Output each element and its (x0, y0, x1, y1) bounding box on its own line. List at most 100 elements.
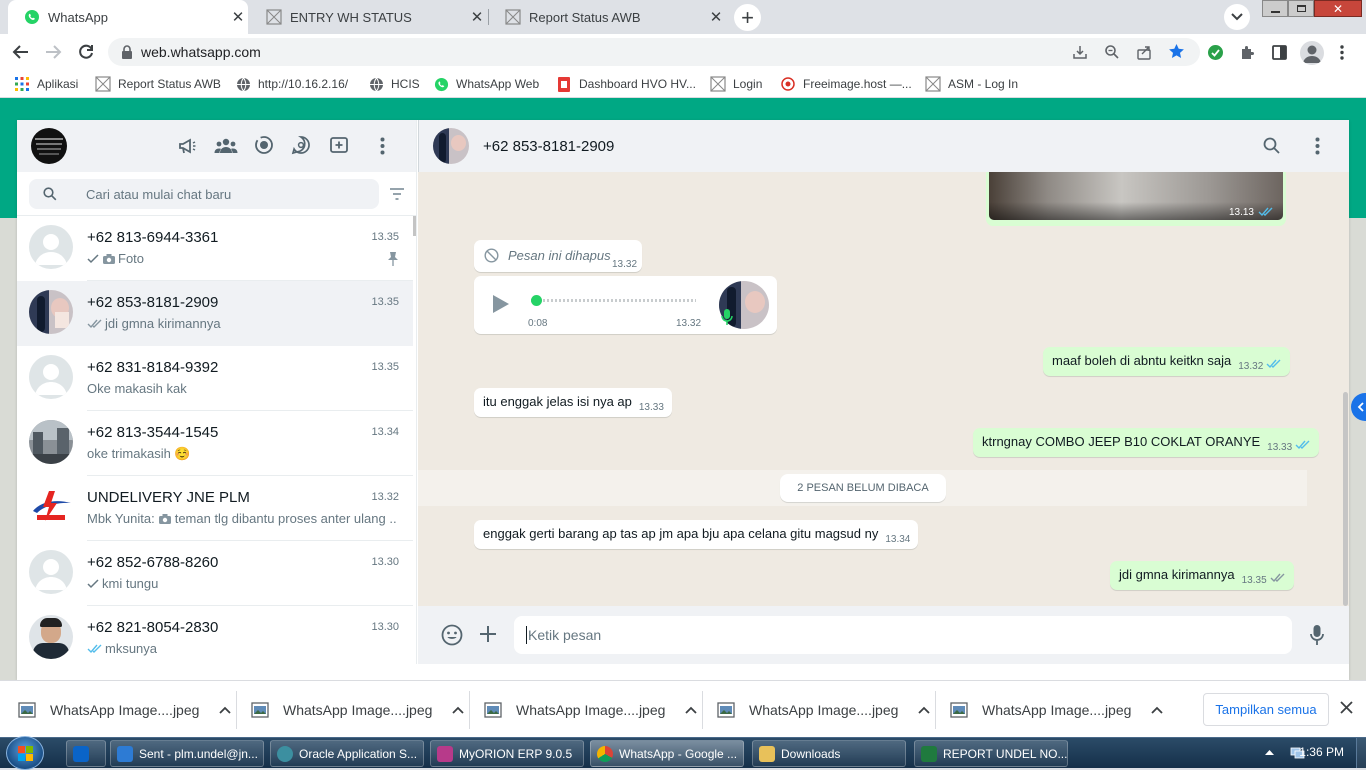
show-desktop-button[interactable] (1356, 738, 1366, 768)
message-text: ktrngnay COMBO JEEP B10 COKLAT ORANYE (982, 434, 1261, 449)
tray-expand-icon[interactable] (1265, 749, 1274, 755)
page-favicon-icon (95, 76, 111, 92)
chevron-up-icon[interactable] (918, 706, 931, 714)
tab-report-status-awb[interactable]: Report Status AWB ✕ (489, 0, 726, 34)
taskbar-item-oracle[interactable]: Oracle Application S... (270, 740, 424, 767)
tab-entry-wh-status[interactable]: ENTRY WH STATUS ✕ (250, 0, 487, 34)
audio-waveform[interactable] (531, 299, 696, 302)
chat-list-scrollbar[interactable] (413, 216, 416, 236)
search-messages-icon[interactable] (1263, 137, 1281, 155)
extension-icon[interactable] (1207, 44, 1224, 61)
new-chat-icon[interactable] (329, 135, 349, 155)
restore-window-button[interactable] (1288, 0, 1314, 17)
download-item[interactable]: WhatsApp Image....jpeg (484, 681, 698, 738)
side-tab-button[interactable] (1351, 393, 1366, 421)
back-icon[interactable] (12, 43, 30, 61)
download-item[interactable]: WhatsApp Image....jpeg (18, 681, 232, 738)
chat-time: 13.30 (371, 556, 399, 568)
extensions-puzzle-icon[interactable] (1239, 44, 1256, 61)
outgoing-message[interactable]: jdi gmna kirimannya 13.35 (1110, 561, 1294, 590)
share-icon[interactable] (1136, 44, 1152, 60)
bookmark-login[interactable]: Login (710, 76, 762, 92)
message-input[interactable]: Ketik pesan (514, 616, 1292, 654)
taskbar-item-outlook[interactable]: Sent - plm.undel@jn... (110, 740, 264, 767)
incoming-message[interactable]: itu enggak jelas isi nya ap 13.33 (474, 388, 672, 417)
tab-whatsapp[interactable]: WhatsApp ✕ (8, 0, 248, 34)
outgoing-message[interactable]: ktrngnay COMBO JEEP B10 COKLAT ORANYE 13.… (973, 428, 1320, 457)
chat-list-item[interactable]: +62 852-6788-8260 13.30 kmi tungu (17, 541, 413, 606)
download-item[interactable]: WhatsApp Image....jpeg (251, 681, 465, 738)
chat-list-item[interactable]: +62 813-3544-1545 13.34 oke trimakasih ☺… (17, 411, 413, 476)
channels-icon[interactable] (291, 135, 311, 155)
chrome-menu-icon[interactable] (1339, 44, 1345, 61)
bookmark-asm-login[interactable]: ASM - Log In (925, 76, 1018, 92)
close-tab-icon[interactable]: ✕ (467, 8, 487, 26)
microphone-icon[interactable] (1310, 624, 1324, 646)
chat-list-item[interactable]: +62 821-8054-2830 13.30 mksunya (17, 606, 413, 664)
lock-icon[interactable] (121, 45, 133, 59)
new-tab-button[interactable]: + (734, 4, 761, 31)
taskbar-outlook-pinned[interactable] (66, 740, 106, 767)
chevron-up-icon[interactable] (219, 706, 232, 714)
tab-search-button[interactable] (1224, 4, 1250, 30)
status-icon[interactable] (254, 135, 274, 155)
filter-icon[interactable] (389, 187, 405, 201)
bookmark-whatsapp-web[interactable]: WhatsApp Web (433, 76, 539, 92)
chat-list-item[interactable]: +62 831-8184-9392 13.35 Oke makasih kak (17, 346, 413, 411)
menu-dots-icon[interactable] (1315, 137, 1320, 155)
bookmark-label: Freeimage.host —... (803, 77, 912, 91)
menu-dots-icon[interactable] (380, 137, 385, 155)
close-tab-icon[interactable]: ✕ (228, 8, 248, 26)
bookmark-star-icon[interactable] (1168, 43, 1185, 60)
download-item[interactable]: WhatsApp Image....jpeg (950, 681, 1164, 738)
close-downloads-icon[interactable] (1340, 701, 1353, 714)
download-item[interactable]: WhatsApp Image....jpeg (717, 681, 931, 738)
taskbar-label: MyORION ERP 9.0.5 (459, 746, 573, 761)
chat-search-input[interactable]: Cari atau mulai chat baru (29, 179, 379, 209)
conversation-header[interactable]: +62 853-8181-2909 (418, 120, 1349, 172)
taskbar-item-excel[interactable]: REPORT UNDEL NO... (914, 740, 1068, 767)
minimize-window-button[interactable] (1262, 0, 1288, 17)
deleted-message[interactable]: Pesan ini dihapus 13.32 (474, 240, 642, 272)
bookmark-apps[interactable]: Aplikasi (14, 76, 78, 92)
zoom-icon[interactable] (1104, 44, 1120, 60)
taskbar-item-myorion[interactable]: MyORION ERP 9.0.5 (430, 740, 584, 767)
outgoing-message[interactable]: maaf boleh di abntu keitkn saja 13.32 (1043, 347, 1291, 376)
emoji-icon[interactable] (441, 624, 463, 646)
chevron-up-icon[interactable] (1151, 706, 1164, 714)
chevron-up-icon[interactable] (685, 706, 698, 714)
close-window-button[interactable]: ✕ (1314, 0, 1362, 17)
start-button[interactable] (6, 736, 44, 770)
audio-progress-knob[interactable] (531, 295, 542, 306)
install-app-icon[interactable] (1072, 44, 1088, 60)
contact-avatar[interactable] (433, 128, 469, 164)
bookmark-hcis[interactable]: HCIS (368, 76, 420, 92)
chat-list-item[interactable]: +62 813-6944-3361 13.35 Foto (17, 216, 413, 281)
chat-list-item[interactable]: UNDELIVERY JNE PLM 13.32 Mbk Yunita: tem… (17, 476, 413, 541)
show-all-downloads-button[interactable]: Tampilkan semua (1203, 693, 1329, 726)
image-message[interactable]: 13.13 (986, 172, 1286, 226)
bookmark-dashboard-hvo[interactable]: Dashboard HVO HV... (556, 76, 696, 92)
incoming-message[interactable]: enggak gerti barang ap tas ap jm apa bju… (474, 520, 919, 549)
chat-list-item-selected[interactable]: +62 853-8181-2909 13.35 jdi gmna kiriman… (17, 281, 413, 346)
bookmark-ip-address[interactable]: http://10.16.2.16/ (235, 76, 348, 92)
chevron-up-icon[interactable] (452, 706, 465, 714)
play-icon[interactable] (492, 294, 510, 314)
broadcast-megaphone-icon[interactable] (177, 136, 197, 156)
bookmark-report-status-awb[interactable]: Report Status AWB (95, 76, 221, 92)
profile-avatar-icon[interactable] (1300, 41, 1324, 65)
voice-message[interactable]: 0:08 13.32 (474, 276, 777, 334)
my-profile-avatar[interactable] (31, 128, 67, 164)
taskbar-item-downloads[interactable]: Downloads (752, 740, 906, 767)
close-tab-icon[interactable]: ✕ (706, 8, 726, 26)
reload-icon[interactable] (77, 43, 95, 61)
message-scrollbar[interactable] (1343, 392, 1348, 606)
clock-time[interactable]: 1:36 PM (1294, 745, 1344, 759)
forward-icon[interactable] (44, 43, 62, 61)
taskbar-item-chrome[interactable]: WhatsApp - Google ... (590, 740, 744, 767)
address-bar[interactable]: web.whatsapp.com (108, 38, 1200, 66)
side-panel-icon[interactable] (1271, 44, 1288, 61)
bookmark-freeimage[interactable]: Freeimage.host —... (780, 76, 912, 92)
attach-plus-icon[interactable] (479, 625, 497, 643)
communities-icon[interactable] (214, 136, 238, 156)
